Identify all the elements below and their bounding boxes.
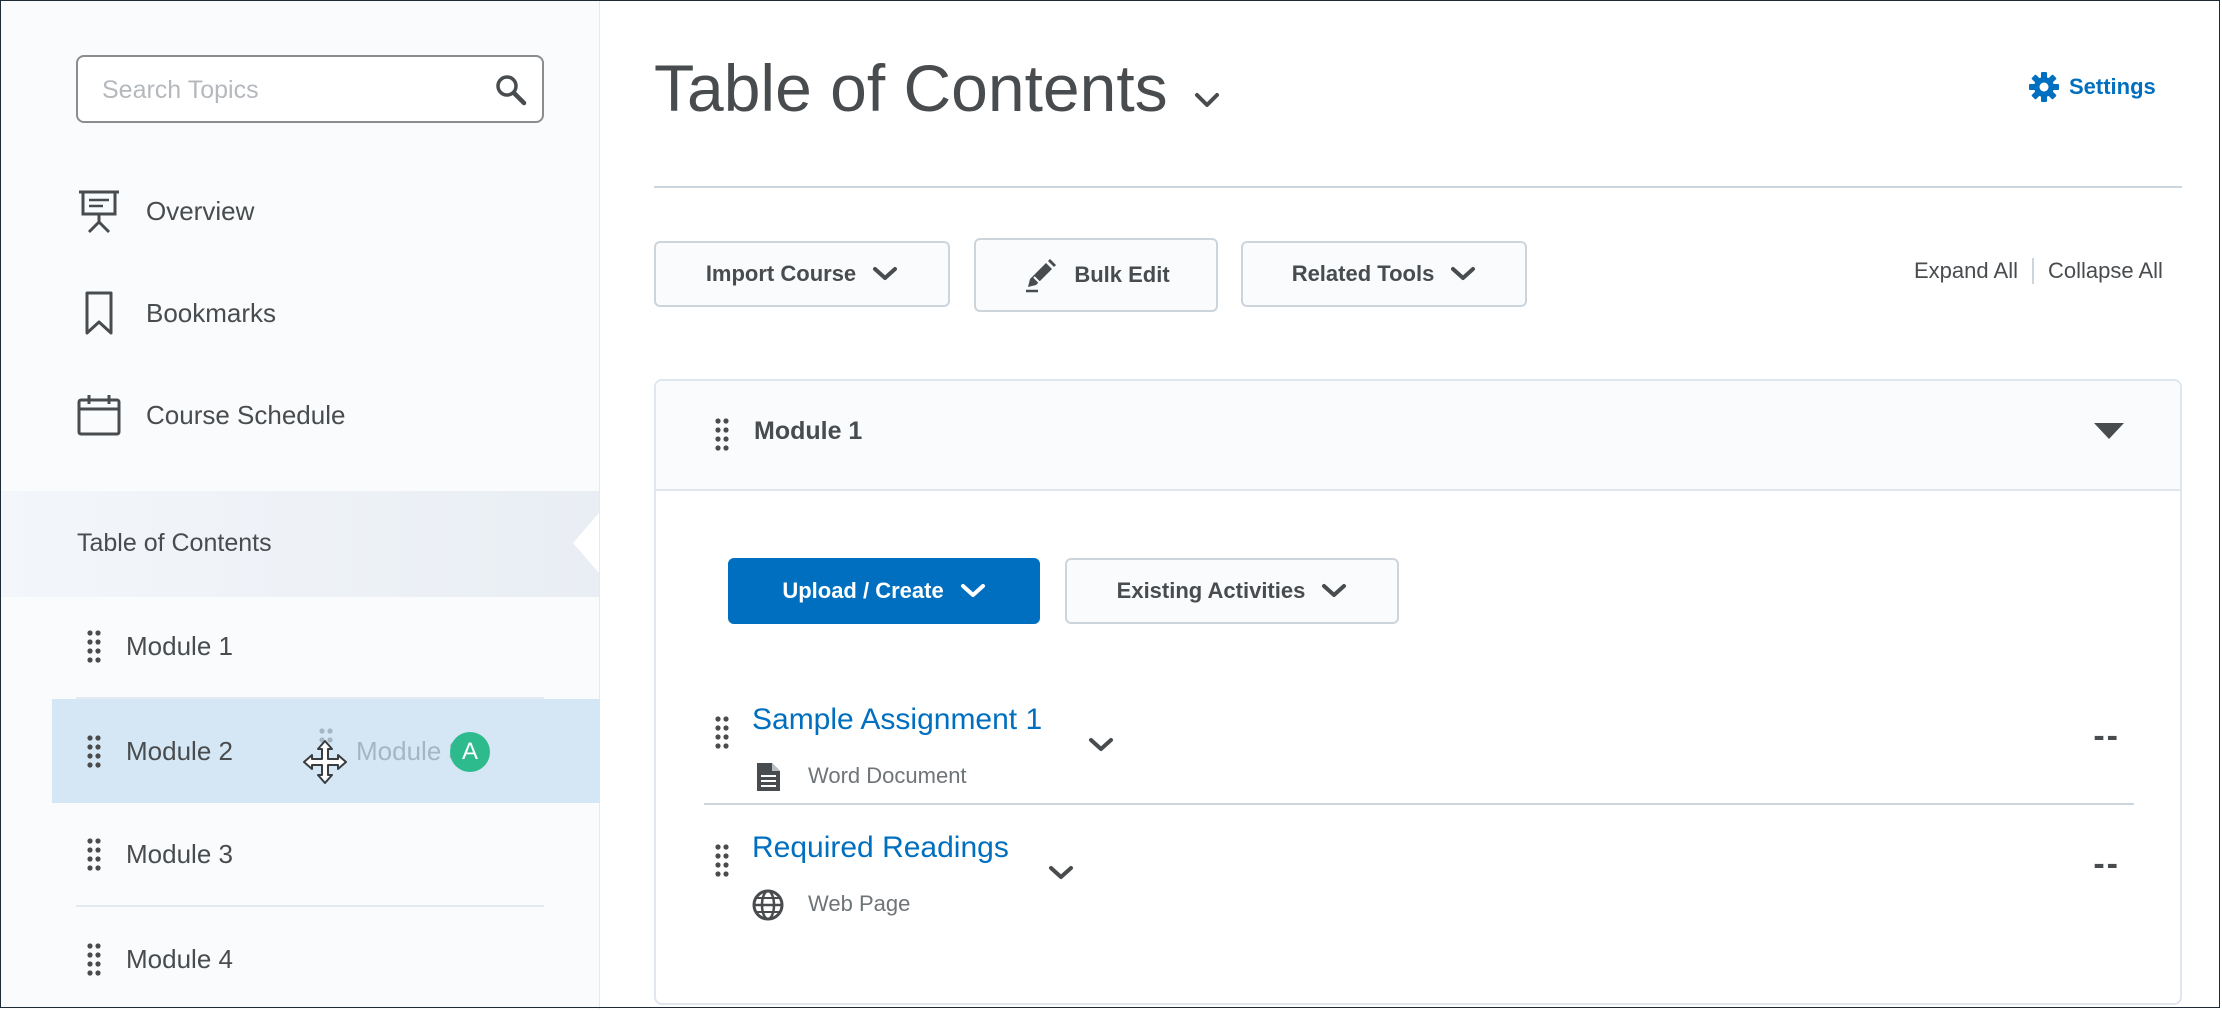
link-separator bbox=[2031, 258, 2034, 284]
module-label: Module 3 bbox=[126, 838, 233, 869]
search-icon[interactable] bbox=[494, 73, 528, 107]
document-icon bbox=[757, 763, 780, 791]
expand-all-link[interactable]: Expand All bbox=[1914, 258, 2018, 284]
toc-header-label: Table of Contents bbox=[77, 529, 272, 557]
pencil-icon bbox=[1026, 259, 1057, 293]
nav-item-course-schedule[interactable]: Course Schedule bbox=[76, 385, 345, 445]
existing-activities-button[interactable]: Existing Activities bbox=[1065, 558, 1399, 624]
drag-handle-icon[interactable] bbox=[86, 837, 102, 871]
upload-create-label: Upload / Create bbox=[782, 578, 944, 603]
upload-create-button[interactable]: Upload / Create bbox=[728, 558, 1040, 624]
bulk-edit-label: Bulk Edit bbox=[1074, 262, 1170, 287]
related-tools-label: Related Tools bbox=[1291, 261, 1435, 286]
page-title: Table of Contents bbox=[654, 51, 1168, 125]
module-label: Module 4 bbox=[126, 943, 233, 974]
topic-title-link[interactable]: Required Readings bbox=[752, 831, 1009, 865]
topic-score: -- bbox=[2093, 717, 2120, 755]
sidebar: Overview Bookmarks Course Schedule Table… bbox=[1, 1, 600, 1009]
sidebar-module-4[interactable]: Module 4 bbox=[76, 907, 544, 1011]
move-cursor-icon bbox=[303, 740, 347, 784]
user-badge: A bbox=[450, 732, 490, 772]
drag-ghost-label: Module 3 bbox=[356, 735, 463, 766]
selection-notch bbox=[573, 513, 599, 573]
topic-title-link[interactable]: Sample Assignment 1 bbox=[752, 703, 1042, 737]
topic-score: -- bbox=[2093, 845, 2120, 883]
nav-item-label: Bookmarks bbox=[146, 297, 277, 328]
drag-handle-icon[interactable] bbox=[714, 843, 730, 877]
caret-down-icon[interactable] bbox=[2092, 421, 2126, 441]
search-input[interactable] bbox=[100, 57, 484, 123]
search-box[interactable] bbox=[76, 55, 544, 123]
sidebar-module-2[interactable]: Module 2 Module 3 bbox=[52, 699, 600, 803]
nav-item-label: Course Schedule bbox=[146, 399, 346, 430]
chevron-down-icon bbox=[873, 267, 898, 280]
topic-type: Word Document bbox=[808, 763, 967, 788]
presentation-icon bbox=[76, 186, 122, 236]
topic-item: Sample Assignment 1 Word Document -- bbox=[704, 681, 2134, 807]
nav-item-bookmarks[interactable]: Bookmarks bbox=[76, 283, 276, 343]
bookmark-icon bbox=[76, 288, 122, 338]
drag-ghost: Module 3 bbox=[302, 699, 463, 803]
sidebar-module-1[interactable]: Module 1 bbox=[76, 595, 544, 699]
topic-divider bbox=[704, 803, 2134, 805]
bulk-edit-button[interactable]: Bulk Edit bbox=[974, 238, 1218, 312]
settings-link[interactable]: Settings bbox=[2029, 72, 2156, 102]
nav-item-overview[interactable]: Overview bbox=[76, 181, 254, 241]
expand-collapse-links: Expand All Collapse All bbox=[1914, 258, 2163, 284]
module-label: Module 2 bbox=[126, 735, 233, 766]
module-name: Module 1 bbox=[754, 417, 863, 445]
chevron-down-icon bbox=[1322, 584, 1347, 597]
header-divider bbox=[654, 186, 2182, 188]
topic-item: Required Readings Web Page -- bbox=[704, 809, 2134, 935]
module-label: Module 1 bbox=[126, 630, 233, 661]
module-header[interactable]: Module 1 bbox=[656, 381, 2180, 491]
nav-item-label: Overview bbox=[146, 195, 255, 226]
gear-icon bbox=[2029, 72, 2059, 102]
module-card: Module 1 Upload / Create Existing Activi… bbox=[654, 379, 2182, 1005]
drag-handle-icon[interactable] bbox=[714, 417, 730, 451]
chevron-down-icon bbox=[960, 584, 985, 597]
drag-handle-icon[interactable] bbox=[86, 942, 102, 976]
calendar-icon bbox=[76, 390, 122, 440]
chevron-down-icon[interactable] bbox=[1194, 92, 1220, 110]
related-tools-button[interactable]: Related Tools bbox=[1241, 241, 1527, 307]
topic-type: Web Page bbox=[808, 891, 911, 916]
drag-handle-icon[interactable] bbox=[86, 734, 102, 768]
import-course-label: Import Course bbox=[705, 261, 857, 286]
chevron-down-icon[interactable] bbox=[1048, 865, 1074, 881]
existing-activities-label: Existing Activities bbox=[1116, 578, 1306, 603]
collapse-all-link[interactable]: Collapse All bbox=[2048, 258, 2163, 284]
sidebar-module-3[interactable]: Module 3 bbox=[76, 803, 544, 907]
globe-icon bbox=[752, 889, 784, 921]
import-course-button[interactable]: Import Course bbox=[654, 241, 950, 307]
drag-handle-icon[interactable] bbox=[714, 715, 730, 749]
toc-header[interactable]: Table of Contents bbox=[1, 491, 599, 597]
chevron-down-icon[interactable] bbox=[1088, 737, 1114, 753]
settings-label: Settings bbox=[2069, 74, 2156, 99]
chevron-down-icon bbox=[1451, 267, 1476, 280]
drag-handle-icon[interactable] bbox=[86, 629, 102, 663]
